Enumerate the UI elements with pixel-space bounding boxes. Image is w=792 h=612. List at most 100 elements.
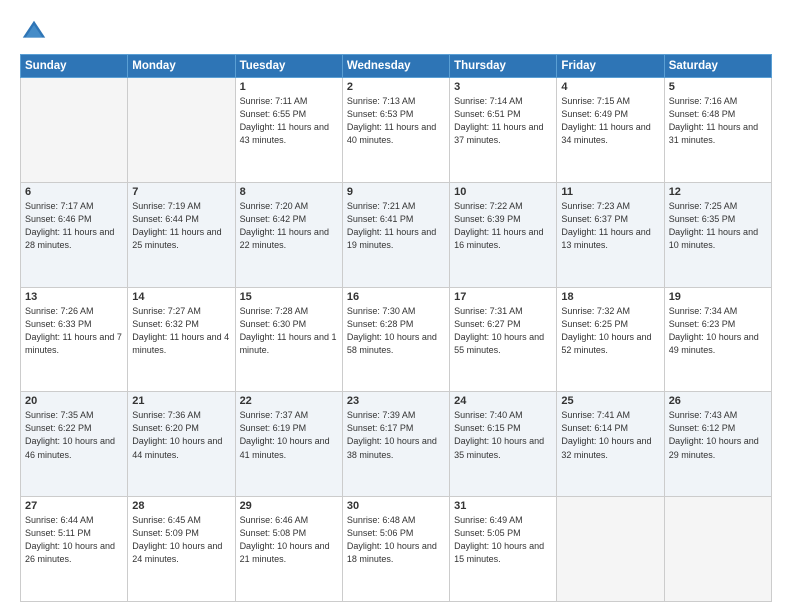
calendar-cell: 18 Sunrise: 7:32 AM Sunset: 6:25 PM Dayli…	[557, 287, 664, 392]
day-info: Sunrise: 7:13 AM Sunset: 6:53 PM Dayligh…	[347, 95, 445, 147]
calendar-cell: 8 Sunrise: 7:20 AM Sunset: 6:42 PM Daylig…	[235, 182, 342, 287]
calendar-cell: 13Sunrise: 7:26 AM Sunset: 6:33 PM Dayli…	[21, 287, 128, 392]
calendar-cell: 11 Sunrise: 7:23 AM Sunset: 6:37 PM Dayli…	[557, 182, 664, 287]
calendar-cell: 29 Sunrise: 6:46 AM Sunset: 5:08 PM Dayli…	[235, 497, 342, 602]
day-info: Sunrise: 7:20 AM Sunset: 6:42 PM Dayligh…	[240, 200, 338, 252]
day-number: 27	[25, 500, 123, 512]
day-info: Sunrise: 7:30 AM Sunset: 6:28 PM Dayligh…	[347, 305, 445, 357]
calendar-week-row: 20 Sunrise: 7:35 AM Sunset: 6:22 PM Dayli…	[21, 392, 772, 497]
calendar-cell: 19 Sunrise: 7:34 AM Sunset: 6:23 PM Dayli…	[664, 287, 771, 392]
weekday-header-tuesday: Tuesday	[235, 55, 342, 78]
weekday-header-row: SundayMondayTuesdayWednesdayThursdayFrid…	[21, 55, 772, 78]
day-number: 23	[347, 395, 445, 407]
day-number: 17	[454, 291, 552, 303]
calendar-cell: 15Sunrise: 7:28 AM Sunset: 6:30 PM Dayli…	[235, 287, 342, 392]
day-info: Sunrise: 7:35 AM Sunset: 6:22 PM Dayligh…	[25, 409, 123, 461]
day-info: Sunrise: 7:40 AM Sunset: 6:15 PM Dayligh…	[454, 409, 552, 461]
calendar-cell: 2 Sunrise: 7:13 AM Sunset: 6:53 PM Daylig…	[342, 78, 449, 183]
day-number: 4	[561, 81, 659, 93]
day-number: 12	[669, 186, 767, 198]
day-number: 22	[240, 395, 338, 407]
calendar-cell: 31 Sunrise: 6:49 AM Sunset: 5:05 PM Dayli…	[450, 497, 557, 602]
calendar-cell: 23 Sunrise: 7:39 AM Sunset: 6:17 PM Dayli…	[342, 392, 449, 497]
calendar-cell	[557, 497, 664, 602]
day-number: 11	[561, 186, 659, 198]
day-number: 28	[132, 500, 230, 512]
calendar-cell: 7Sunrise: 7:19 AM Sunset: 6:44 PM Daylig…	[128, 182, 235, 287]
day-number: 24	[454, 395, 552, 407]
day-info: Sunrise: 6:49 AM Sunset: 5:05 PM Dayligh…	[454, 514, 552, 566]
logo	[20, 18, 50, 46]
day-number: 30	[347, 500, 445, 512]
day-info: Sunrise: 7:41 AM Sunset: 6:14 PM Dayligh…	[561, 409, 659, 461]
day-number: 13	[25, 291, 123, 303]
day-number: 31	[454, 500, 552, 512]
day-info: Sunrise: 7:34 AM Sunset: 6:23 PM Dayligh…	[669, 305, 767, 357]
calendar-cell: 16Sunrise: 7:30 AM Sunset: 6:28 PM Dayli…	[342, 287, 449, 392]
day-info: Sunrise: 6:46 AM Sunset: 5:08 PM Dayligh…	[240, 514, 338, 566]
calendar-cell	[664, 497, 771, 602]
calendar-cell: 3 Sunrise: 7:14 AM Sunset: 6:51 PM Daylig…	[450, 78, 557, 183]
day-number: 29	[240, 500, 338, 512]
weekday-header-monday: Monday	[128, 55, 235, 78]
day-info: Sunrise: 7:37 AM Sunset: 6:19 PM Dayligh…	[240, 409, 338, 461]
day-number: 10	[454, 186, 552, 198]
day-number: 19	[669, 291, 767, 303]
calendar-cell: 28 Sunrise: 6:45 AM Sunset: 5:09 PM Dayli…	[128, 497, 235, 602]
calendar-cell: 14Sunrise: 7:27 AM Sunset: 6:32 PM Dayli…	[128, 287, 235, 392]
calendar-week-row: 6 Sunrise: 7:17 AM Sunset: 6:46 PM Daylig…	[21, 182, 772, 287]
day-number: 25	[561, 395, 659, 407]
day-info: Sunrise: 7:27 AM Sunset: 6:32 PM Dayligh…	[132, 305, 230, 357]
day-info: Sunrise: 7:23 AM Sunset: 6:37 PM Dayligh…	[561, 200, 659, 252]
calendar-cell: 10 Sunrise: 7:22 AM Sunset: 6:39 PM Dayli…	[450, 182, 557, 287]
day-info: Sunrise: 7:39 AM Sunset: 6:17 PM Dayligh…	[347, 409, 445, 461]
calendar-cell: 25 Sunrise: 7:41 AM Sunset: 6:14 PM Dayli…	[557, 392, 664, 497]
day-number: 21	[132, 395, 230, 407]
calendar-week-row: 27 Sunrise: 6:44 AM Sunset: 5:11 PM Dayli…	[21, 497, 772, 602]
calendar-cell: 22 Sunrise: 7:37 AM Sunset: 6:19 PM Dayli…	[235, 392, 342, 497]
weekday-header-friday: Friday	[557, 55, 664, 78]
day-info: Sunrise: 6:48 AM Sunset: 5:06 PM Dayligh…	[347, 514, 445, 566]
calendar-cell: 24 Sunrise: 7:40 AM Sunset: 6:15 PM Dayli…	[450, 392, 557, 497]
calendar-cell	[128, 78, 235, 183]
calendar-table: SundayMondayTuesdayWednesdayThursdayFrid…	[20, 54, 772, 602]
day-number: 2	[347, 81, 445, 93]
day-info: Sunrise: 7:17 AM Sunset: 6:46 PM Dayligh…	[25, 200, 123, 252]
day-number: 9	[347, 186, 445, 198]
day-number: 6	[25, 186, 123, 198]
calendar-cell: 17 Sunrise: 7:31 AM Sunset: 6:27 PM Dayli…	[450, 287, 557, 392]
calendar-week-row: 1 Sunrise: 7:11 AM Sunset: 6:55 PM Daylig…	[21, 78, 772, 183]
day-number: 3	[454, 81, 552, 93]
day-info: Sunrise: 7:36 AM Sunset: 6:20 PM Dayligh…	[132, 409, 230, 461]
day-info: Sunrise: 7:22 AM Sunset: 6:39 PM Dayligh…	[454, 200, 552, 252]
day-info: Sunrise: 7:32 AM Sunset: 6:25 PM Dayligh…	[561, 305, 659, 357]
day-info: Sunrise: 7:25 AM Sunset: 6:35 PM Dayligh…	[669, 200, 767, 252]
day-info: Sunrise: 7:21 AM Sunset: 6:41 PM Dayligh…	[347, 200, 445, 252]
page: SundayMondayTuesdayWednesdayThursdayFrid…	[0, 0, 792, 612]
header	[20, 18, 772, 46]
day-info: Sunrise: 7:14 AM Sunset: 6:51 PM Dayligh…	[454, 95, 552, 147]
day-info: Sunrise: 7:15 AM Sunset: 6:49 PM Dayligh…	[561, 95, 659, 147]
calendar-cell: 20 Sunrise: 7:35 AM Sunset: 6:22 PM Dayli…	[21, 392, 128, 497]
day-info: Sunrise: 7:16 AM Sunset: 6:48 PM Dayligh…	[669, 95, 767, 147]
calendar-cell: 30 Sunrise: 6:48 AM Sunset: 5:06 PM Dayli…	[342, 497, 449, 602]
calendar-cell	[21, 78, 128, 183]
logo-icon	[20, 18, 48, 46]
day-info: Sunrise: 7:31 AM Sunset: 6:27 PM Dayligh…	[454, 305, 552, 357]
day-info: Sunrise: 7:28 AM Sunset: 6:30 PM Dayligh…	[240, 305, 338, 357]
day-info: Sunrise: 7:11 AM Sunset: 6:55 PM Dayligh…	[240, 95, 338, 147]
calendar-week-row: 13Sunrise: 7:26 AM Sunset: 6:33 PM Dayli…	[21, 287, 772, 392]
day-info: Sunrise: 6:45 AM Sunset: 5:09 PM Dayligh…	[132, 514, 230, 566]
day-info: Sunrise: 6:44 AM Sunset: 5:11 PM Dayligh…	[25, 514, 123, 566]
day-info: Sunrise: 7:43 AM Sunset: 6:12 PM Dayligh…	[669, 409, 767, 461]
day-number: 8	[240, 186, 338, 198]
day-number: 5	[669, 81, 767, 93]
day-number: 1	[240, 81, 338, 93]
day-number: 20	[25, 395, 123, 407]
weekday-header-thursday: Thursday	[450, 55, 557, 78]
day-number: 18	[561, 291, 659, 303]
calendar-cell: 6 Sunrise: 7:17 AM Sunset: 6:46 PM Daylig…	[21, 182, 128, 287]
calendar-cell: 5 Sunrise: 7:16 AM Sunset: 6:48 PM Daylig…	[664, 78, 771, 183]
day-number: 26	[669, 395, 767, 407]
day-number: 7	[132, 186, 230, 198]
